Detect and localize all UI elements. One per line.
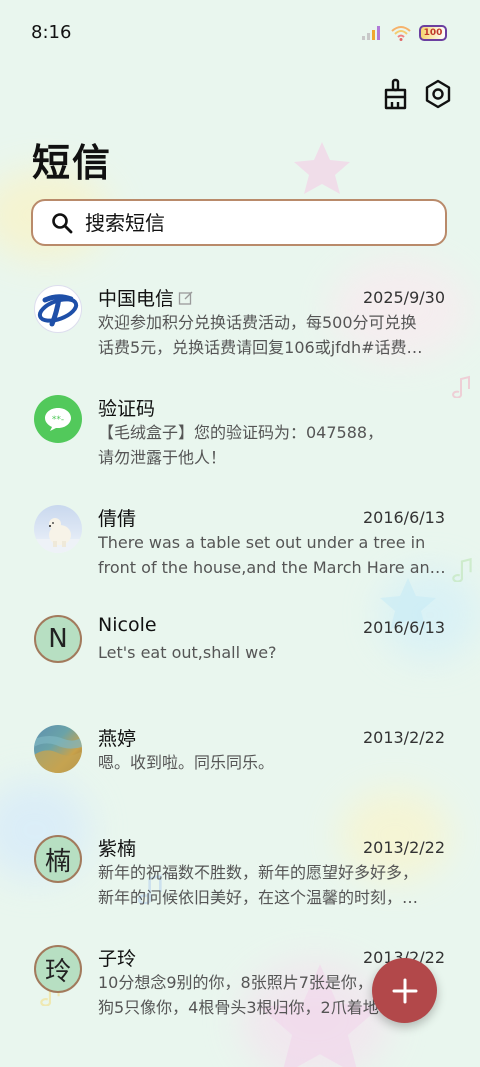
snippet-line: 新年的问候依旧美好，在这个温馨的时刻，… bbox=[98, 888, 419, 907]
conversation-date: 2016/6/13 bbox=[362, 508, 445, 527]
conversation-snippet: There was a table set out under a tree i… bbox=[98, 530, 448, 580]
search-icon bbox=[51, 212, 73, 234]
signal-icon bbox=[362, 26, 380, 40]
settings-button[interactable] bbox=[420, 76, 456, 112]
conversation-item[interactable]: 倩倩 2016/6/13 There was a table set out u… bbox=[0, 494, 480, 604]
conversation-snippet: 欢迎参加积分兑换话费活动，每500分可兑换 话费5元，兑换话费请回复106或jf… bbox=[98, 310, 448, 360]
search-input[interactable] bbox=[83, 209, 407, 236]
conversation-name-text: 验证码 bbox=[98, 398, 156, 420]
svg-text:**-: **- bbox=[52, 415, 64, 425]
plus-icon bbox=[392, 978, 417, 1003]
conversation-name: 中国电信 bbox=[98, 284, 194, 311]
avatar: 玲 bbox=[34, 945, 82, 993]
conversation-list: 中国电信 2025/9/30 欢迎参加积分兑换话费活动，每500分可兑换 话费5… bbox=[0, 274, 480, 1044]
conversation-name-text: 燕婷 bbox=[98, 728, 137, 750]
search-bar[interactable] bbox=[31, 199, 447, 246]
battery-icon: 100 bbox=[419, 25, 447, 41]
wifi-icon bbox=[391, 26, 411, 41]
china-telecom-logo bbox=[34, 285, 82, 333]
conversation-date: 2013/2/22 bbox=[362, 728, 445, 747]
gear-icon bbox=[425, 79, 451, 109]
conversation-item[interactable]: N Nicole 2016/6/13 Let's eat out,shall w… bbox=[0, 604, 480, 714]
snippet-line: 欢迎参加积分兑换话费活动，每500分可兑换 bbox=[98, 313, 417, 332]
conversation-snippet: Let's eat out,shall we? bbox=[98, 640, 448, 665]
conversation-name-text: 子玲 bbox=[98, 948, 137, 970]
snippet-line: 请勿泄露于他人！ bbox=[98, 448, 227, 467]
conversation-name-text: 紫楠 bbox=[98, 838, 137, 860]
conversation-item[interactable]: 燕婷 2013/2/22 嗯。收到啦。同乐同乐。 bbox=[0, 714, 480, 824]
conversation-snippet: 嗯。收到啦。同乐同乐。 bbox=[98, 750, 448, 775]
conversation-date: 2016/6/13 bbox=[362, 618, 445, 637]
conversation-name: 倩倩 bbox=[98, 504, 136, 531]
snippet-line: There was a table set out under a tree i… bbox=[98, 533, 426, 552]
snippet-line: 新年的祝福数不胜数，新年的愿望好多好多， bbox=[98, 863, 419, 882]
snippet-line: 嗯。收到啦。同乐同乐。 bbox=[98, 753, 275, 772]
conversation-name: 燕婷 bbox=[98, 724, 136, 751]
conversation-item[interactable]: 楠 紫楠 2013/2/22 新年的祝福数不胜数，新年的愿望好多好多， 新年的问… bbox=[0, 824, 480, 934]
broom-icon bbox=[384, 78, 407, 110]
edit-icon bbox=[178, 291, 193, 305]
snippet-line: 话费5元，兑换话费请回复106或jfdh#话费… bbox=[98, 338, 423, 357]
conversation-name-text: Nicole bbox=[98, 614, 157, 636]
conversation-name-text: 倩倩 bbox=[98, 508, 137, 530]
conversation-name: 验证码 bbox=[98, 394, 155, 421]
conversation-name: 紫楠 bbox=[98, 834, 136, 861]
compose-button[interactable] bbox=[372, 958, 437, 1023]
conversation-snippet: 新年的祝福数不胜数，新年的愿望好多好多， 新年的问候依旧美好，在这个温馨的时刻，… bbox=[98, 860, 448, 910]
conversation-item[interactable]: 中国电信 2025/9/30 欢迎参加积分兑换话费活动，每500分可兑换 话费5… bbox=[0, 274, 480, 384]
avatar: N bbox=[34, 615, 82, 663]
star-decoration bbox=[294, 142, 350, 194]
conversation-item[interactable]: **- 验证码 【毛绒盒子】您的验证码为：047588， 请勿泄露于他人！ bbox=[0, 384, 480, 494]
battery-level: 100 bbox=[423, 28, 443, 38]
snippet-line: 【毛绒盒子】您的验证码为：047588， bbox=[98, 423, 384, 442]
polar-bear-photo bbox=[34, 505, 82, 553]
snippet-line: front of the house,and the March Hare an… bbox=[98, 558, 446, 577]
avatar: 楠 bbox=[34, 835, 82, 883]
status-bar: 8:16 100 bbox=[0, 0, 480, 66]
landscape-photo bbox=[34, 725, 82, 773]
status-time: 8:16 bbox=[31, 22, 72, 43]
clean-button[interactable] bbox=[377, 76, 413, 112]
conversation-name: 子玲 bbox=[98, 944, 136, 971]
conversation-date: 2013/2/22 bbox=[362, 838, 445, 857]
conversation-snippet: 【毛绒盒子】您的验证码为：047588， 请勿泄露于他人！ bbox=[98, 420, 448, 470]
message-bubble-icon: **- bbox=[34, 395, 82, 443]
conversation-name-text: 中国电信 bbox=[98, 288, 175, 310]
conversation-name: Nicole bbox=[98, 614, 157, 636]
snippet-line: Let's eat out,shall we? bbox=[98, 643, 277, 662]
page-title: 短信 bbox=[32, 141, 113, 185]
conversation-date: 2025/9/30 bbox=[362, 288, 445, 307]
